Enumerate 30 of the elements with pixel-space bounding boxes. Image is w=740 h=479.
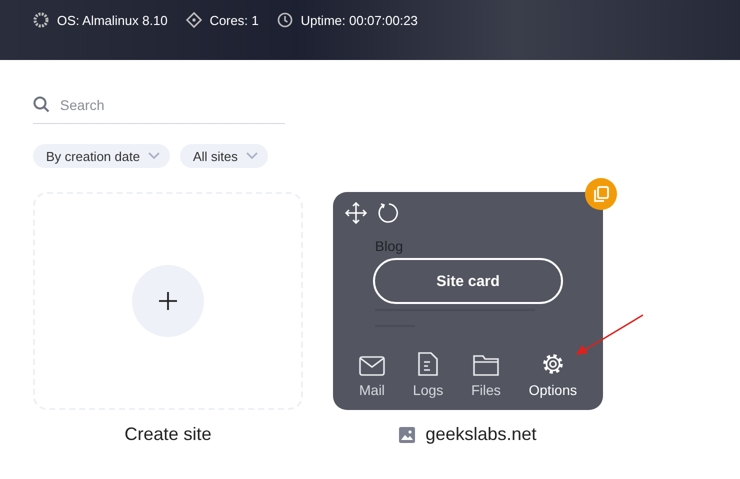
server-info: Uptime: 00:07:00:23 [300, 12, 418, 28]
gear-icon [33, 12, 49, 28]
card-action[interactable]: Files [471, 346, 501, 398]
create-site-label: Create site [124, 424, 212, 445]
copy-badge[interactable] [585, 178, 617, 210]
folder-icon [473, 354, 500, 376]
chevron-icon [148, 152, 160, 160]
refresh-icon[interactable] [377, 202, 399, 224]
settings-icon [540, 352, 565, 376]
envelope-icon [358, 356, 385, 376]
card-action[interactable]: Logs [412, 346, 444, 398]
copy-icon [593, 186, 609, 202]
image-icon [399, 426, 416, 442]
diamond-icon [186, 12, 202, 28]
move-icon[interactable] [345, 202, 367, 224]
server-info: OS: Almalinux 8.10 [57, 12, 168, 28]
card-action[interactable]: Options [528, 346, 577, 398]
filter-dropdown[interactable]: All sites [180, 144, 268, 168]
search-icon [33, 96, 50, 113]
server-info: Cores: 1 [210, 12, 259, 28]
site-name: geekslabs.net [425, 424, 537, 445]
plus-icon [159, 292, 177, 310]
document-icon [418, 352, 438, 376]
site-card-button[interactable]: Site card [373, 258, 563, 304]
card-action[interactable]: Mail [358, 346, 385, 398]
annotation-arrow [575, 314, 645, 356]
filter-dropdown[interactable]: By creation date [33, 144, 170, 168]
clock-icon [276, 12, 293, 28]
preview-title: Blog [375, 238, 404, 254]
chevron-icon [246, 152, 258, 160]
